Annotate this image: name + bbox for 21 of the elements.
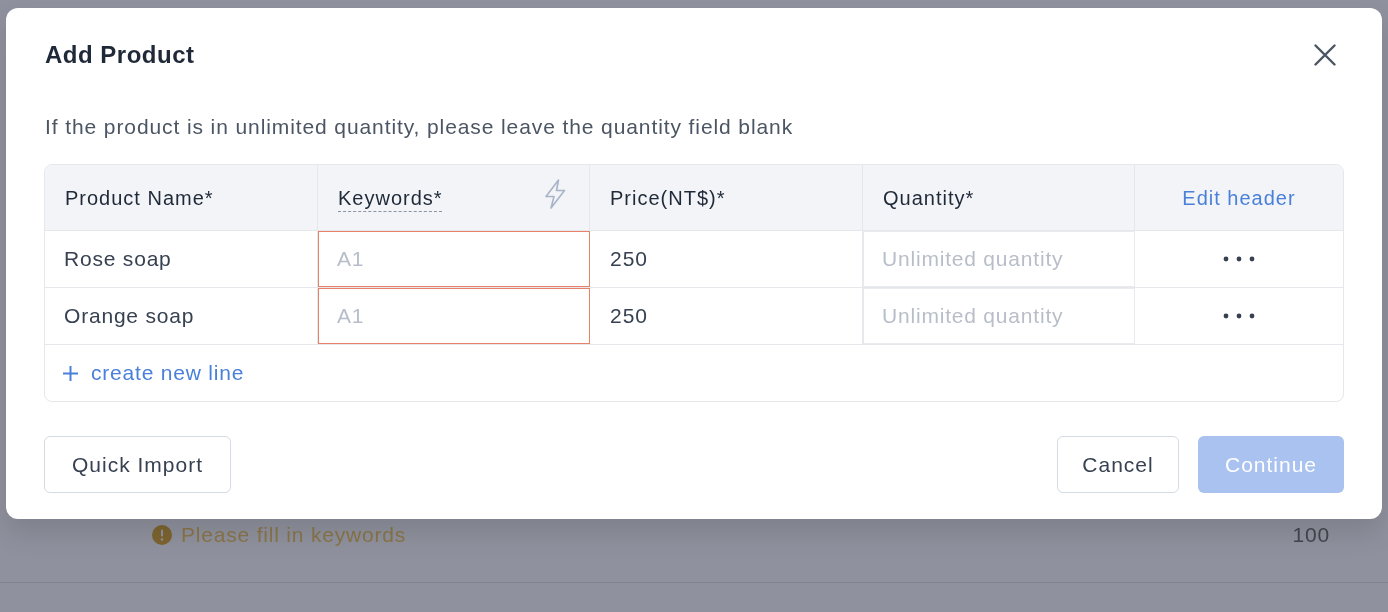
create-new-line-link[interactable]: create new line: [63, 357, 245, 389]
quick-import-button[interactable]: Quick Import: [44, 436, 231, 493]
warning-icon: [152, 525, 172, 545]
dialog-title: Add Product: [44, 40, 195, 70]
column-header: Keywords*: [338, 185, 443, 211]
column-header: Product Name*: [65, 185, 214, 211]
close-icon: [1314, 44, 1336, 66]
quantity-value: 100: [1292, 522, 1330, 549]
column-header: Price(NT$)*: [610, 185, 726, 211]
quantity-field[interactable]: Unlimited quantity: [863, 231, 1135, 287]
more-icon: [1223, 313, 1255, 319]
column-header: Quantity*: [883, 185, 975, 211]
keyword-field[interactable]: A1: [318, 231, 590, 287]
edit-header-link[interactable]: Edit header: [1182, 182, 1296, 213]
more-icon: [1223, 256, 1255, 262]
cancel-button[interactable]: Cancel: [1057, 436, 1179, 493]
keyword-field[interactable]: A1: [318, 288, 590, 344]
plus-icon: [63, 365, 78, 381]
instruction-text: If the product is in unlimited quantity, please leave the quantity field blank: [44, 114, 795, 140]
warning-text: Please fill in keywords: [181, 522, 406, 549]
quantity-field[interactable]: Unlimited quantity: [863, 288, 1135, 344]
